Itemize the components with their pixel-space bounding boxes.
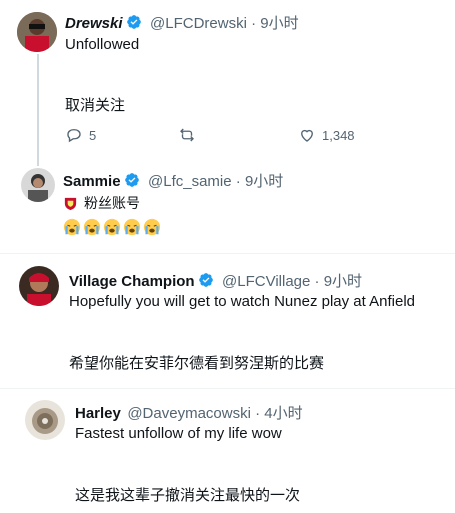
loudly-crying-face-icon (83, 218, 101, 236)
avatar-drewski-image (17, 12, 57, 52)
avatar-drewski[interactable] (17, 12, 57, 52)
avatar-village-champion[interactable] (19, 266, 59, 306)
reply-count: 5 (89, 127, 97, 143)
loudly-crying-face-icon (123, 218, 141, 236)
avatar-village-champion-image (19, 266, 59, 306)
timestamp[interactable]: 4小时 (264, 405, 302, 422)
tweet-divider (0, 388, 455, 389)
loudly-crying-face-icon (63, 218, 81, 236)
verified-badge-icon (126, 14, 142, 30)
meta-separator: · (231, 173, 245, 190)
fan-account-tag: 粉丝账号 (63, 193, 140, 213)
reply-button[interactable]: 5 (65, 126, 96, 144)
author-handle[interactable]: @Lfc_samie (148, 173, 232, 190)
meta-separator: · (310, 273, 324, 290)
liverpool-crest-icon (64, 197, 77, 210)
avatar-harley-image (25, 400, 65, 440)
loudly-crying-face-icon (103, 218, 121, 236)
tweet-header-sammie: Sammie @Lfc_samie · 9小时 (63, 170, 283, 191)
meta-separator: · (250, 405, 265, 422)
author-handle[interactable]: @LFCVillage (222, 273, 310, 290)
author-handle[interactable]: @LFCDrewski (150, 15, 247, 32)
author-name[interactable]: Village Champion (69, 273, 195, 290)
verified-badge-icon (124, 172, 140, 188)
avatar-sammie[interactable] (21, 168, 55, 202)
timestamp[interactable]: 9小时 (245, 173, 283, 190)
fan-account-label: 粉丝账号 (84, 195, 140, 211)
avatar-sammie-image (21, 168, 55, 202)
tweet-translation: 希望你能在安菲尔德看到努涅斯的比赛 (69, 355, 325, 372)
loudly-crying-face-icon (143, 218, 161, 236)
author-name[interactable]: Harley (75, 405, 121, 422)
author-handle[interactable]: @Daveymacowski (127, 405, 251, 422)
tweet-header-drewski: Drewski @LFCDrewski · 9小时 (65, 12, 299, 33)
heart-icon (301, 129, 313, 142)
like-count: 1,348 (322, 127, 355, 143)
author-name[interactable]: Sammie (63, 173, 121, 190)
tweet-divider (0, 253, 455, 254)
verified-badge-icon (198, 272, 214, 288)
tweet-text: Unfollowed (65, 36, 140, 53)
like-button[interactable]: 1,348 (298, 126, 355, 144)
tweet-header-village-champion: Village Champion @LFCVillage · 9小时 (69, 270, 362, 291)
retweet-icon (180, 128, 194, 142)
author-name[interactable]: Drewski (65, 15, 123, 32)
avatar-harley[interactable] (25, 400, 65, 440)
emoji-reply (63, 218, 161, 236)
retweet-button[interactable] (178, 126, 202, 144)
timestamp[interactable]: 9小时 (260, 15, 298, 32)
thread-connector-line (37, 54, 39, 166)
meta-separator: · (246, 15, 261, 32)
reply-icon (67, 129, 81, 143)
tweet-header-harley: Harley @Daveymacowski · 4小时 (75, 402, 303, 423)
tweet-translation: 这是我这辈子撤消关注最快的一次 (75, 487, 301, 504)
timestamp[interactable]: 9小时 (324, 273, 362, 290)
tweet-text: Hopefully you will get to watch Nunez pl… (69, 293, 416, 310)
tweet-text: Fastest unfollow of my life wow (75, 425, 282, 442)
tweet-translation: 取消关注 (65, 97, 126, 114)
